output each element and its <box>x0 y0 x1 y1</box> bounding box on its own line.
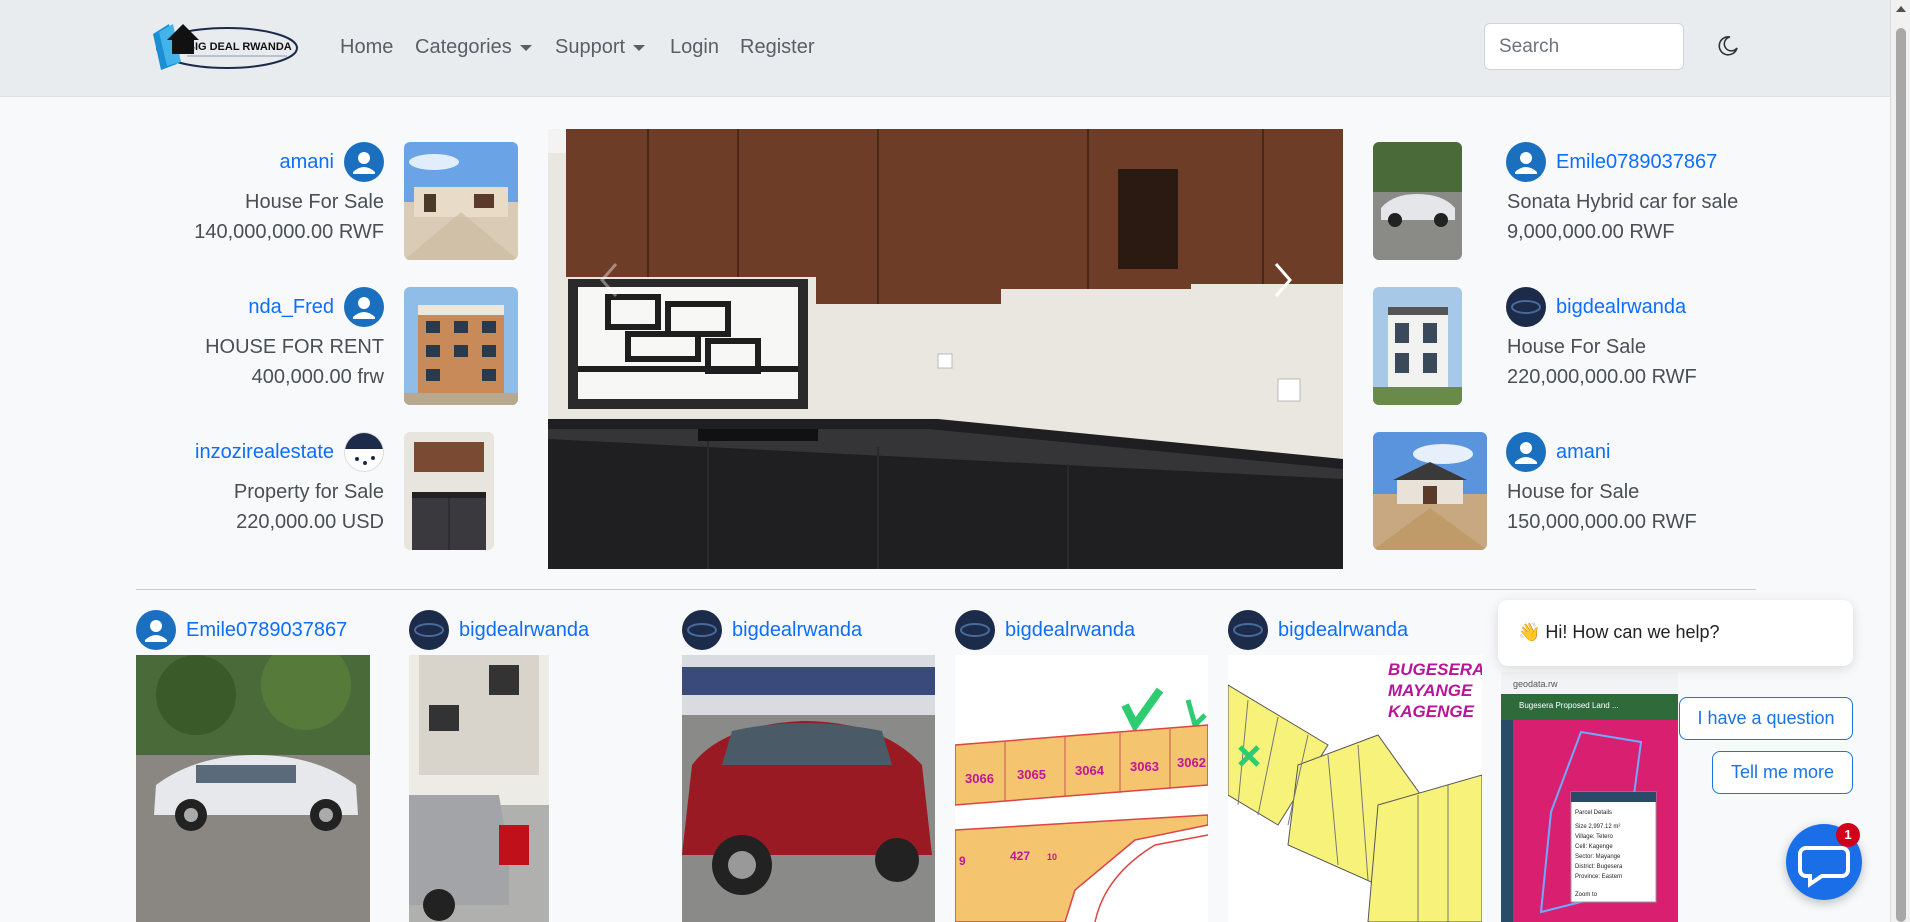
map-detail: District: Bugesera <box>1575 864 1623 870</box>
nav-home[interactable]: Home <box>340 36 393 59</box>
listing-title: House For Sale <box>1507 336 1646 358</box>
listing-user[interactable]: amani <box>1556 440 1610 464</box>
listing-price: 150,000,000.00 RWF <box>1507 511 1697 533</box>
plan-label: 3063 <box>1130 759 1159 774</box>
search-input[interactable] <box>1484 23 1684 70</box>
chat-more-button[interactable]: Tell me more <box>1712 751 1853 794</box>
chat-unread-badge: 1 <box>1836 823 1860 847</box>
plan-label: 9 <box>959 854 966 868</box>
listing-thumbnail[interactable] <box>404 142 518 260</box>
card-user[interactable]: bigdealrwanda <box>459 618 589 642</box>
map-detail: Sector: Mayange <box>1575 854 1621 860</box>
avatar <box>1506 432 1546 472</box>
page-scrollbar[interactable] <box>1890 0 1910 922</box>
card-image[interactable]: 3066 3065 3064 3063 3062 9 427 10 <box>955 655 1208 922</box>
listing-user[interactable]: bigdealrwanda <box>1556 295 1686 319</box>
listing-user[interactable]: Emile0789037867 <box>1556 150 1717 174</box>
avatar <box>344 287 384 327</box>
listing-title: HOUSE FOR RENT <box>205 336 384 358</box>
plan-label: 3065 <box>1017 767 1046 782</box>
card-image[interactable]: geodata.rw Bugesera Proposed Land ... Pa… <box>1501 672 1678 922</box>
listing-thumbnail[interactable] <box>1373 142 1462 260</box>
nav-support-label: Support <box>555 36 626 58</box>
listing-price: 220,000,000.00 RWF <box>1507 366 1697 388</box>
nav-categories[interactable]: Categories <box>415 36 532 59</box>
listing-title: Sonata Hybrid car for sale <box>1507 191 1739 213</box>
nav-login[interactable]: Login <box>670 36 719 59</box>
nav-support[interactable]: Support <box>555 36 646 59</box>
plan-title: KAGENGE <box>1388 702 1475 721</box>
nav-categories-label: Categories <box>415 36 512 58</box>
section-divider <box>136 589 1756 590</box>
map-panel-title: Parcel Details <box>1575 810 1612 816</box>
scrollbar-thumb[interactable] <box>1896 28 1906 922</box>
avatar <box>955 610 995 650</box>
listing-thumbnail[interactable] <box>1373 287 1462 405</box>
listing-user[interactable]: inzozirealestate <box>195 440 334 464</box>
plan-label: 10 <box>1047 852 1057 862</box>
hero-carousel[interactable] <box>548 129 1343 569</box>
map-site: geodata.rw <box>1513 679 1558 689</box>
avatar <box>344 142 384 182</box>
chevron-left-icon <box>600 263 618 297</box>
listing-user[interactable]: amani <box>280 150 334 174</box>
card-image[interactable] <box>409 655 549 922</box>
avatar <box>682 610 722 650</box>
chevron-down-icon <box>633 44 646 51</box>
plan-label: 3064 <box>1075 763 1105 778</box>
chat-question-button[interactable]: I have a question <box>1679 697 1853 740</box>
avatar <box>1228 610 1268 650</box>
navbar: BIG DEAL RWANDA Home Categories Support … <box>0 0 1890 97</box>
listing-user[interactable]: nda_Fred <box>248 295 334 319</box>
avatar <box>409 610 449 650</box>
chevron-down-icon <box>519 44 532 51</box>
listing-thumbnail[interactable] <box>404 287 518 405</box>
card-user[interactable]: bigdealrwanda <box>1278 618 1408 642</box>
logo-text: BIG DEAL RWANDA <box>187 41 292 53</box>
card-image[interactable] <box>682 655 935 922</box>
listing-price: 220,000.00 USD <box>236 511 384 533</box>
card-user[interactable]: Emile0789037867 <box>186 618 347 642</box>
card-user[interactable]: bigdealrwanda <box>1005 618 1135 642</box>
listing-title: Property for Sale <box>233 481 384 503</box>
plan-label: 427 <box>1010 849 1030 863</box>
listing-thumbnail[interactable] <box>1373 432 1487 550</box>
avatar <box>1506 142 1546 182</box>
card-user[interactable]: bigdealrwanda <box>732 618 862 642</box>
map-detail: Province: Eastern <box>1575 874 1622 880</box>
listing-price: 400,000.00 frw <box>251 366 384 388</box>
carousel-prev-button[interactable] <box>590 250 630 310</box>
site-logo[interactable]: BIG DEAL RWANDA <box>147 20 299 72</box>
chevron-right-icon <box>1274 263 1292 297</box>
map-title: Bugesera Proposed Land ... <box>1519 701 1619 710</box>
card-image[interactable] <box>136 655 370 922</box>
plan-title: BUGESERA <box>1388 660 1482 679</box>
map-detail: Cell: Kagenge <box>1575 844 1613 850</box>
listing-title: House For Sale <box>245 191 384 213</box>
map-detail: Size 2,997.12 m² <box>1575 824 1620 830</box>
scroll-up-icon[interactable] <box>1896 6 1906 12</box>
listing-price: 9,000,000.00 RWF <box>1507 221 1675 243</box>
listing-thumbnail[interactable] <box>404 432 494 550</box>
carousel-next-button[interactable] <box>1262 250 1302 310</box>
listing-title: House for Sale <box>1507 481 1640 503</box>
avatar <box>344 432 384 472</box>
map-detail: Village: Tetero <box>1575 834 1613 840</box>
listing-price: 140,000,000.00 RWF <box>194 221 384 243</box>
plan-title: MAYANGE <box>1388 681 1473 700</box>
map-zoom: Zoom to <box>1575 892 1598 898</box>
plan-label: 3066 <box>965 771 994 786</box>
card-image[interactable]: BUGESERA MAYANGE KAGENGE <box>1228 655 1482 922</box>
avatar <box>136 610 176 650</box>
plan-label: 3062 <box>1177 755 1206 770</box>
nav-register[interactable]: Register <box>740 36 814 59</box>
chat-greeting: 👋 Hi! How can we help? <box>1498 600 1853 666</box>
moon-icon[interactable] <box>1716 34 1740 58</box>
avatar <box>1506 287 1546 327</box>
